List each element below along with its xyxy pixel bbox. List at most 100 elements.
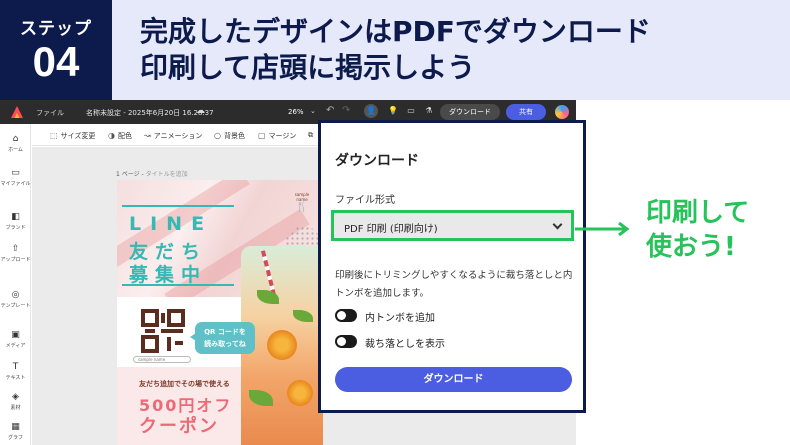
background-icon: ○ [214,131,221,140]
comment-icon[interactable]: ▭ [404,104,418,118]
sidebar-item-label: テキスト [5,375,26,381]
page-number-label: 1 ページ - [116,171,146,178]
lightbulb-icon[interactable]: 💡 [386,104,400,118]
page-label[interactable]: 1 ページ - タイトルを追加 [116,169,188,178]
palette-icon: ◑ [108,131,115,140]
tool-resize[interactable]: ⬚ サイズ変更 [50,131,95,141]
step-badge: ステップ 04 [0,0,112,100]
media-icon: ▣ [11,330,20,340]
bleed-toggle[interactable] [335,335,357,348]
sample-name-field: sample name [133,356,191,363]
home-icon: ⌂ [12,134,19,144]
sidebar-item-brand[interactable]: ◧ ブランド [0,212,31,231]
sidebar-item-graphics[interactable]: ▦ グラフ [0,422,31,441]
crop-marks-toggle[interactable] [335,309,357,322]
sidebar-item-label: テンプレート [0,303,31,309]
sidebar-item-text[interactable]: T テキスト [0,362,31,381]
bleed-row: 裁ち落としを表示 [335,334,575,350]
sidebar-item-label: アップロード [0,257,31,263]
tool-margin[interactable]: ▢ マージン [258,131,296,141]
bleed-label: 裁ち落としを表示 [365,339,445,350]
zoom-level[interactable]: 26% [288,108,304,116]
document-name[interactable]: 名称未設定 - 2025年6月20日 16.28.37 [86,108,214,118]
print-description: 印刷後にトリミングしやすくなるように裁ち落としと内トンボを追加します。 [335,270,573,299]
topbar-download-button[interactable]: ダウンロード [440,104,500,120]
tool-animation-label: アニメーション [153,132,203,140]
callout-line1: 印刷して [646,198,750,228]
file-format-select[interactable]: PDF 印刷 (印刷向け) [331,210,574,241]
app-logo-icon[interactable] [10,105,24,119]
invite-user-icon[interactable]: 👤 [364,104,378,118]
share-button[interactable]: 共有 [506,104,546,120]
sidebar-item-upload[interactable]: ⇧ アップロード [0,244,31,263]
graphics-icon: ▦ [11,422,20,432]
resize-icon: ⬚ [50,131,58,140]
redo-icon[interactable]: ↷ [342,105,350,116]
orange-slice-image [287,380,313,406]
step-label: ステップ [20,19,92,39]
callout-text: 印刷して 使おう! [646,196,786,264]
zoom-chevron-icon[interactable]: ⌄ [310,107,316,115]
animation-icon: ↝ [144,131,151,140]
flyer-promo-text: 友だち追加でその場で使える [139,380,230,388]
crop-marks-row: 内トンボを追加 [335,308,575,324]
brand-icon: ◧ [11,212,20,222]
sidebar-item-my-files[interactable]: ▭ マイファイル [0,168,31,187]
tool-color[interactable]: ◑ 配色 [108,131,132,141]
file-format-value: PDF 印刷 (印刷向け) [344,224,438,235]
arrow-right-icon [575,222,630,236]
sidebar-item-templates[interactable]: ◎ テンプレート [0,290,31,309]
download-button[interactable]: ダウンロード [335,367,572,392]
download-panel: ダウンロード ファイル形式 PDF 印刷 (印刷向け) 印刷後にトリミングしやす… [318,120,586,413]
sidebar-item-label: マイファイル [0,181,31,187]
step-number: 04 [32,38,80,85]
orange-slice-image [267,330,297,360]
undo-icon[interactable]: ↶ [326,105,334,116]
flyer-logo-text: sample name [294,192,310,202]
sidebar-item-label: ブランド [5,225,26,231]
download-panel-title: ダウンロード [335,153,419,169]
teal-rule-top [122,205,234,207]
flyer-coupon-section: 友だち追加でその場で使える 500円オフ クーポン [117,367,241,445]
tool-resize-label: サイズ変更 [60,132,96,140]
elements-icon: ◈ [12,392,19,402]
flyer-line3: 募集中 [129,264,208,286]
flyer-qr-section: sample name QR コードを 読み取ってね [117,297,255,367]
template-icon: ◎ [11,290,20,300]
callout-line2: 使おう! [646,232,736,262]
sidebar-item-label: 素材 [10,405,21,411]
tool-more-icon[interactable]: ⧉ [308,131,313,140]
step-banner: ステップ 04 完成したデザインはPDFでダウンロード 印刷して店頭に掲示しよう [0,0,790,100]
page-title-placeholder[interactable]: タイトルを追加 [146,171,188,178]
sidebar-item-label: グラフ [7,435,23,441]
flyer-coupon: クーポン [139,416,219,437]
crop-marks-label: 内トンボを追加 [365,313,435,324]
qr-code-icon [141,309,185,353]
tool-color-label: 配色 [117,132,132,140]
menu-file[interactable]: ファイル [36,108,64,118]
folder-icon: ▭ [11,168,20,178]
file-format-label: ファイル形式 [335,195,395,206]
bubble-line1: QR コードを [204,328,246,336]
qr-speech-bubble: QR コードを 読み取ってね [190,322,255,354]
flyer-design[interactable]: LINE 友だち 募集中 sample name 🍴 sample name Q… [117,180,323,445]
upload-icon: ⇧ [11,244,20,254]
tool-background-label: 背景色 [223,132,245,140]
sidebar-item-home[interactable]: ⌂ ホーム [0,134,31,153]
text-icon: T [12,362,19,372]
sidebar-item-elements[interactable]: ◈ 素材 [0,392,31,411]
chevron-down-icon [552,219,563,230]
cloud-sync-icon: ☁ [196,106,205,116]
sidebar-item-media[interactable]: ▣ メディア [0,330,31,349]
tool-animation[interactable]: ↝ アニメーション [144,131,202,141]
bubble-line2: 読み取ってね [204,340,246,348]
banner-title: 完成したデザインはPDFでダウンロード 印刷して店頭に掲示しよう [140,14,651,86]
lab-flask-icon[interactable]: ⚗ [422,104,436,118]
flyer-line1: LINE [129,213,214,235]
flyer-logo: sample name 🍴 [289,192,315,213]
avatar[interactable] [555,105,569,119]
tool-margin-label: マージン [268,132,297,140]
left-sidebar: ⌂ ホーム ▭ マイファイル ◧ ブランド ⇧ アップロード ◎ テンプレート … [0,124,31,445]
margin-icon: ▢ [258,131,266,140]
tool-background[interactable]: ○ 背景色 [214,131,245,141]
